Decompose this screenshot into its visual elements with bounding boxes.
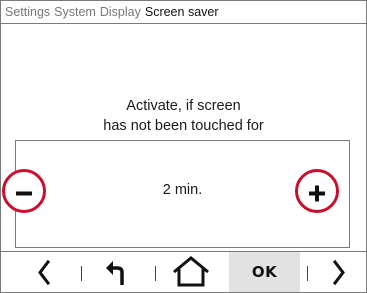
minus-icon: [16, 191, 32, 196]
chevron-left-icon: [38, 259, 51, 286]
chevron-right-icon: [332, 259, 345, 286]
breadcrumb-item-system[interactable]: System: [54, 5, 96, 19]
breadcrumb-current: Screen saver: [144, 5, 219, 19]
screen: Settings System Display Screen saver Activa…: [0, 0, 367, 293]
decrement-button[interactable]: [2, 169, 46, 213]
return-arrow-icon: [106, 261, 124, 285]
undo-button[interactable]: [82, 252, 155, 292]
prompt-line-1: Activate, if screen: [126, 98, 241, 114]
breadcrumb: Settings System Display Screen saver: [5, 5, 219, 19]
breadcrumb-item-settings[interactable]: Settings: [5, 5, 50, 19]
ok-label: OK: [251, 263, 278, 281]
home-button[interactable]: [156, 252, 229, 292]
breadcrumb-item-display[interactable]: Display: [100, 5, 141, 19]
bottom-toolbar: OK: [1, 251, 366, 292]
increment-button[interactable]: [295, 169, 339, 213]
back-button[interactable]: [1, 252, 73, 292]
forward-button[interactable]: [308, 252, 366, 292]
prompt-text: Activate, if screen has not been touched…: [1, 96, 366, 136]
header-divider: [1, 23, 366, 24]
ok-button[interactable]: OK: [229, 252, 300, 292]
home-icon: [173, 256, 209, 287]
plus-icon: [309, 185, 325, 202]
value-stepper: 2 min.: [2, 140, 350, 248]
prompt-line-2: has not been touched for: [103, 118, 264, 134]
